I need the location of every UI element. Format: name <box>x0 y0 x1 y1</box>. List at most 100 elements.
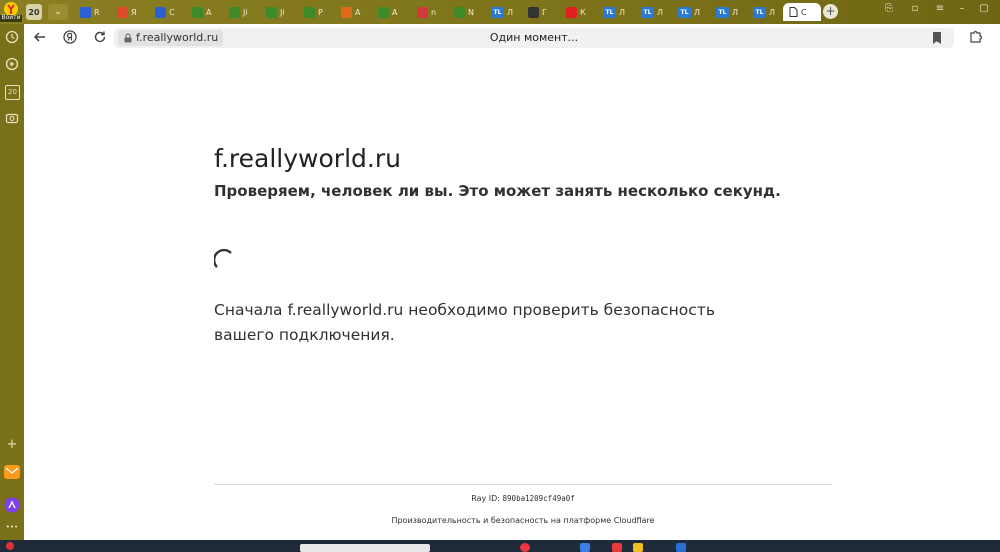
play-icon[interactable] <box>4 57 20 73</box>
tab-label: Л <box>694 7 701 17</box>
browser-tab[interactable]: TL Л <box>716 3 738 21</box>
taskbar-app-icon[interactable] <box>676 543 686 552</box>
browser-tab[interactable]: К <box>566 3 586 21</box>
browser-tab[interactable]: Я <box>117 3 137 21</box>
yandex-circle-icon <box>63 30 77 44</box>
page-title-display: Один момент... <box>489 31 579 44</box>
taskbar-app-icon[interactable] <box>520 543 530 552</box>
minecraft-icon <box>378 6 389 18</box>
arrow-left-icon <box>33 32 45 42</box>
tab-label: Г <box>542 7 547 17</box>
ray-id-value: 890ba1209cf49a0f <box>502 494 575 503</box>
cloudflare-credit: Производительность и безопасность на пла… <box>391 516 655 525</box>
menu-icon[interactable]: ≡ <box>933 3 947 17</box>
camera-icon[interactable] <box>4 111 20 127</box>
browser-window: f.reallyworld.ru Один момент... ⋮ f.real… <box>24 24 1000 540</box>
extensions-button[interactable] <box>968 30 984 46</box>
browser-tab[interactable]: n <box>417 3 436 21</box>
browser-tab[interactable]: С <box>155 3 175 21</box>
minecraft-icon <box>454 6 465 18</box>
site-title: f.reallyworld.ru <box>214 144 401 173</box>
yandex-button[interactable] <box>62 30 78 46</box>
youtube-icon <box>566 6 577 18</box>
loading-spinner-icon <box>214 248 232 268</box>
minimize-icon[interactable]: – <box>955 3 969 17</box>
login-label: Войти <box>1 14 21 21</box>
os-taskbar <box>0 540 1000 552</box>
tab-list-dropdown[interactable]: ⌄ <box>48 4 68 20</box>
browser-tab[interactable]: TL Л <box>491 3 513 21</box>
tab-label: А <box>392 7 398 17</box>
g-icon <box>417 6 428 18</box>
tab-label: Ji <box>280 7 285 17</box>
browser-tab[interactable]: Г <box>528 3 547 21</box>
counter-icon[interactable]: 20 <box>4 84 20 100</box>
taskbar-app-icon[interactable] <box>612 543 622 552</box>
tab-manager-icon[interactable]: ⎘ <box>882 3 896 17</box>
back-button[interactable] <box>32 30 48 46</box>
more-options-button[interactable]: ⋮ <box>930 30 946 46</box>
minecraft-icon <box>266 6 277 18</box>
tab-label: n <box>431 7 437 17</box>
chevron-down-icon: ⌄ <box>54 7 62 17</box>
tab-counter-text: 20 <box>28 7 40 17</box>
tl-icon: TL <box>678 6 691 18</box>
browser-tab[interactable]: Ji <box>266 3 285 21</box>
taskbar-alert-icon[interactable] <box>6 542 14 550</box>
browser-tab[interactable]: P <box>304 3 323 21</box>
alice-icon[interactable] <box>4 497 20 513</box>
tab-label: R <box>94 7 100 17</box>
yandex-icon <box>117 6 128 18</box>
tab-label: К <box>580 7 586 17</box>
browser-tab[interactable]: TL Л <box>641 3 663 21</box>
tab-label: С <box>169 7 175 17</box>
mail-icon[interactable] <box>4 464 20 480</box>
ray-id-line: Ray ID: 890ba1209cf49a0f <box>214 494 832 503</box>
tab-strip: Войти 20 ⌄ R Я С А Ji Ji P А Аn N TL Л Г К TL Л TL Л TL Л TL… <box>0 0 1000 24</box>
footer-divider <box>214 484 832 485</box>
taskbar-app-icon[interactable] <box>580 543 590 552</box>
tab-label: Л <box>769 7 776 17</box>
fox-icon <box>341 6 352 18</box>
tab-label: Л <box>657 7 664 17</box>
history-icon[interactable] <box>4 30 20 46</box>
tl-icon: TL <box>641 6 654 18</box>
browser-tab[interactable]: R <box>80 3 100 21</box>
taskbar-search-box[interactable] <box>300 544 430 552</box>
tab-label: N <box>468 7 474 17</box>
yandex-profile-button[interactable]: Войти <box>0 0 22 22</box>
minecraft-icon <box>304 6 315 18</box>
maximize-icon[interactable]: ▢ <box>977 3 991 17</box>
browser-tab[interactable]: TL Л <box>603 3 625 21</box>
add-panel-icon[interactable]: + <box>4 437 20 453</box>
address-bar[interactable]: f.reallyworld.ru Один момент... <box>114 28 954 48</box>
browser-tab[interactable]: TL Л <box>678 3 700 21</box>
tl-icon: TL <box>753 6 766 18</box>
minecraft-icon <box>229 6 240 18</box>
tab-label: Л <box>619 7 626 17</box>
tl-icon: TL <box>716 6 729 18</box>
ray-id-label: Ray ID: <box>471 494 500 503</box>
reload-icon <box>94 31 106 43</box>
browser-tab[interactable]: А <box>192 3 211 21</box>
browser-tab[interactable]: А <box>341 3 360 21</box>
tab-label: Ji <box>243 7 248 17</box>
page-content: f.reallyworld.ru Проверяем, человек ли в… <box>24 52 1000 540</box>
browser-tab[interactable]: TL Л <box>753 3 775 21</box>
browser-tab[interactable]: N <box>454 3 474 21</box>
smile-icon <box>528 6 539 18</box>
sidebar-counter-text: 20 <box>5 85 20 100</box>
downloads-icon[interactable]: ▫ <box>908 3 922 17</box>
tl-icon: TL <box>603 6 616 18</box>
tab-counter-badge[interactable]: 20 <box>26 4 42 20</box>
browser-tab[interactable]: А <box>378 3 397 21</box>
new-tab-button[interactable]: + <box>823 4 838 19</box>
reload-button[interactable] <box>92 30 108 46</box>
check-heading: Проверяем, человек ли вы. Это может заня… <box>214 182 781 200</box>
more-icon[interactable]: ••• <box>4 519 20 535</box>
tab-active[interactable]: С <box>783 3 821 21</box>
browser-tab[interactable]: Ji <box>229 3 248 21</box>
taskbar-app-icon[interactable] <box>633 543 643 552</box>
minecraft-icon <box>192 6 203 18</box>
left-sidebar: 20 + ••• <box>0 24 24 540</box>
